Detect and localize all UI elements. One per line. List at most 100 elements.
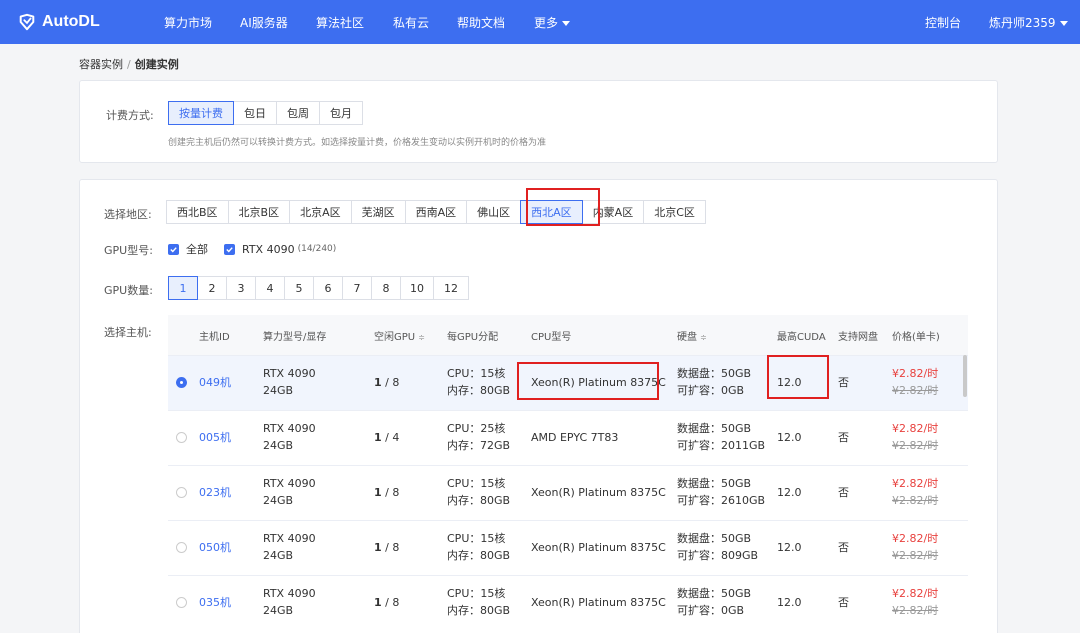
disk-expand: 可扩容：809GB <box>677 549 759 562</box>
gpu-count-option-selected[interactable]: 1 <box>168 276 198 300</box>
gpu-count-option[interactable]: 6 <box>313 276 343 300</box>
free-gpu: 1 / 8 <box>374 374 399 391</box>
disk-expand: 可扩容：2610GB <box>677 494 766 507</box>
billing-label: 计费方式: <box>106 109 154 122</box>
breadcrumb: 容器实例 / 创建实例 <box>79 56 179 72</box>
free-gpu-count: 1 <box>374 431 382 444</box>
gpu-model-name: RTX 4090 <box>242 242 295 256</box>
billing-option-monthly[interactable]: 包月 <box>319 101 363 125</box>
nav-console[interactable]: 控制台 <box>925 14 961 31</box>
gpu-count-option[interactable]: 12 <box>433 276 469 300</box>
billing-option-daily[interactable]: 包日 <box>233 101 277 125</box>
region-option[interactable]: 北京C区 <box>643 200 706 224</box>
ram: 内存：80GB <box>447 604 511 617</box>
nav-item-ai-server[interactable]: AI服务器 <box>240 14 288 31</box>
table-row[interactable]: 050机 RTX 4090 24GB 1 / 8 CPU：15核 内存：80GB Xeon(… <box>168 520 968 575</box>
gpu-memory: 24GB <box>263 384 294 397</box>
gpu-count-option[interactable]: 3 <box>226 276 256 300</box>
region-option[interactable]: 西南A区 <box>404 200 468 224</box>
table-scrollbar[interactable] <box>963 355 967 397</box>
host-id[interactable]: 050机 <box>199 539 231 556</box>
nav-item-community[interactable]: 算法社区 <box>316 14 364 31</box>
col-free-gpu[interactable]: 空闲GPU ≑ <box>374 328 425 343</box>
checkbox-rtx4090[interactable] <box>224 243 235 255</box>
col-disk[interactable]: 硬盘 ≑ <box>677 328 707 343</box>
col-cuda: 最高CUDA <box>777 332 826 343</box>
gpu-memory: 24GB <box>263 439 294 452</box>
gpu-name: RTX 4090 <box>263 532 316 545</box>
region-option[interactable]: 佛山区 <box>466 200 522 224</box>
checkbox-all[interactable] <box>168 243 179 255</box>
price: ¥2.82/时 <box>892 587 939 600</box>
gpu-count-option[interactable]: 10 <box>400 276 434 300</box>
cpu-cores: CPU：15核 <box>447 532 506 545</box>
gpu-name: RTX 4090 <box>263 422 316 435</box>
original-price: ¥2.82/时 <box>892 439 939 452</box>
table-row[interactable]: 005机 RTX 4090 24GB 1 / 4 CPU：25核 内存：72GB AMD E… <box>168 410 968 465</box>
region-option-selected[interactable]: 西北A区 <box>520 200 583 224</box>
gpu-memory: 24GB <box>263 494 294 507</box>
price: ¥2.82/时 <box>892 367 939 380</box>
breadcrumb-parent[interactable]: 容器实例 <box>79 58 123 71</box>
free-gpu-count: 1 <box>374 596 382 609</box>
host-id[interactable]: 005机 <box>199 429 231 446</box>
ram: 内存：72GB <box>447 439 511 452</box>
free-gpu-count: 1 <box>374 541 382 554</box>
check-icon <box>170 246 177 253</box>
region-option[interactable]: 北京B区 <box>227 200 291 224</box>
host-label: 选择主机: <box>104 326 152 339</box>
gpu-count-option[interactable]: 7 <box>342 276 372 300</box>
sort-icon: ≑ <box>700 333 707 342</box>
cuda-version: 12.0 <box>777 376 802 389</box>
host-id[interactable]: 035机 <box>199 594 231 611</box>
table-row[interactable]: 023机 RTX 4090 24GB 1 / 8 CPU：15核 内存：80GB Xeon(… <box>168 465 968 520</box>
row-radio[interactable] <box>176 432 187 443</box>
cuda-version: 12.0 <box>777 431 802 444</box>
gpu-count-option[interactable]: 4 <box>255 276 285 300</box>
row-radio[interactable] <box>176 377 187 388</box>
gpu-count-option[interactable]: 5 <box>284 276 314 300</box>
brand-logo[interactable]: AutoDL <box>18 0 100 44</box>
disk-expand: 可扩容：0GB <box>677 604 745 617</box>
netdisk-support: 否 <box>838 541 849 554</box>
region-option[interactable]: 芜湖区 <box>350 200 406 224</box>
gpu-count-option[interactable]: 8 <box>371 276 401 300</box>
chevron-down-icon <box>562 21 571 26</box>
region-option[interactable]: 西北B区 <box>166 200 229 224</box>
original-price: ¥2.82/时 <box>892 494 939 507</box>
check-icon <box>226 246 233 253</box>
ram: 内存：80GB <box>447 494 511 507</box>
region-option[interactable]: 内蒙A区 <box>581 200 645 224</box>
col-host-id: 主机ID <box>199 332 230 343</box>
price: ¥2.82/时 <box>892 422 939 435</box>
ram: 内存：80GB <box>447 549 511 562</box>
netdisk-support: 否 <box>838 596 849 609</box>
free-gpu-count: 1 <box>374 486 382 499</box>
user-menu[interactable]: 炼丹师2359 <box>989 14 1068 31</box>
nav-item-private-cloud[interactable]: 私有云 <box>393 14 429 31</box>
billing-option-weekly[interactable]: 包周 <box>276 101 320 125</box>
row-radio[interactable] <box>176 597 187 608</box>
config-panel: 选择地区: 西北B区 北京B区 北京A区 芜湖区 西南A区 佛山区 西北A区 内… <box>79 179 998 633</box>
row-radio[interactable] <box>176 487 187 498</box>
free-gpu: 1 / 8 <box>374 594 399 611</box>
host-id[interactable]: 023机 <box>199 484 231 501</box>
disk-expand: 可扩容：2011GB <box>677 439 766 452</box>
billing-option-hourly[interactable]: 按量计费 <box>168 101 234 125</box>
data-disk: 数据盘：50GB <box>677 367 752 380</box>
nav-item-market[interactable]: 算力市场 <box>164 14 212 31</box>
table-row[interactable]: 049机 RTX 4090 24GB 1 / 8 CPU：15核 内存：80GB Xeon(… <box>168 355 968 410</box>
nav-more-label: 更多 <box>534 16 559 30</box>
nav-item-more[interactable]: 更多 <box>534 14 571 31</box>
host-table: 主机ID 算力型号/显存 空闲GPU ≑ 每GPU分配 CPU型号 硬盘 ≑ 最高C… <box>168 315 968 633</box>
host-id[interactable]: 049机 <box>199 374 231 391</box>
nav-item-docs[interactable]: 帮助文档 <box>457 14 505 31</box>
netdisk-support: 否 <box>838 431 849 444</box>
gpu-count-option[interactable]: 2 <box>197 276 227 300</box>
billing-options: 按量计费 包日 包周 包月 <box>168 101 363 125</box>
region-option[interactable]: 北京A区 <box>289 200 352 224</box>
table-row[interactable]: 035机 RTX 4090 24GB 1 / 8 CPU：15核 内存：80GB Xeon(… <box>168 575 968 630</box>
row-radio[interactable] <box>176 542 187 553</box>
price: ¥2.82/时 <box>892 477 939 490</box>
cpu-cores: CPU：25核 <box>447 422 506 435</box>
